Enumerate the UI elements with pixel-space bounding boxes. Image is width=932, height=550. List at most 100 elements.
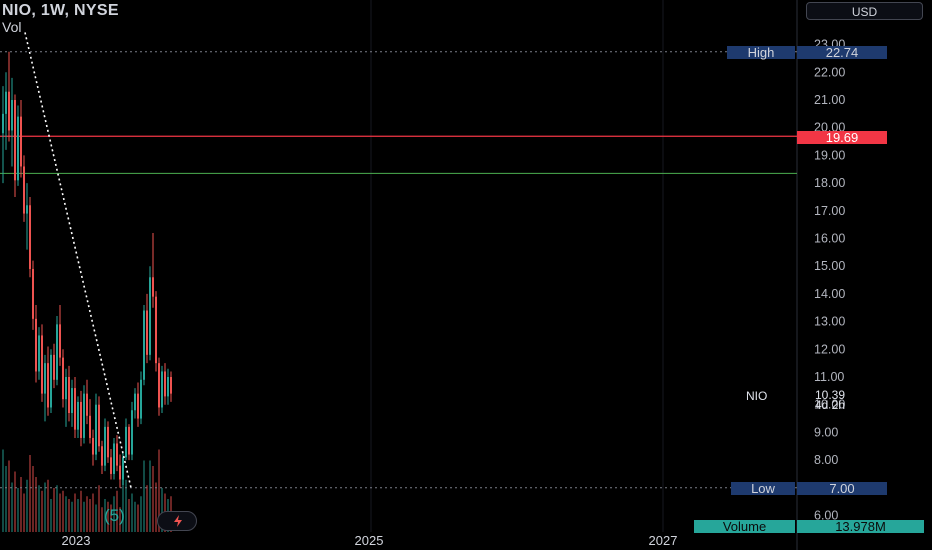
candle: [101, 440, 103, 474]
candle-body: [65, 377, 67, 400]
volume-bar: [11, 482, 13, 532]
candle: [116, 435, 118, 472]
candle-body: [101, 446, 103, 466]
volume-tag-label: Volume: [694, 520, 795, 533]
candle: [20, 100, 22, 178]
y-tick-label: 16.00: [814, 232, 845, 246]
volume-bar: [65, 496, 67, 532]
horizontal-lines: [0, 51, 797, 489]
candle-body: [164, 371, 166, 397]
candle: [104, 418, 106, 472]
volume-bar: [47, 479, 49, 532]
candle-body: [17, 116, 19, 181]
volume-bar: [80, 490, 82, 532]
candle: [143, 304, 145, 386]
resistance-price-tag: 19.69: [797, 131, 887, 144]
candle: [128, 424, 130, 461]
candle: [50, 349, 52, 414]
candle-body: [86, 393, 88, 416]
volume-bar: [17, 488, 19, 532]
candle: [2, 86, 4, 184]
ticker-symbol: NIO: [746, 389, 768, 403]
volume-bar: [89, 499, 91, 532]
candle: [44, 354, 46, 422]
candle: [56, 316, 58, 386]
volume-bar: [29, 455, 31, 532]
y-tick-label: 12.00: [814, 342, 845, 356]
candle: [134, 388, 136, 419]
candle: [62, 349, 64, 408]
candle: [80, 390, 82, 447]
candle: [5, 72, 7, 150]
volume-bar: [23, 493, 25, 532]
bar-countdown: 4d 2h: [815, 398, 846, 412]
volume-bar: [152, 466, 154, 532]
candle-body: [155, 296, 157, 364]
candle: [41, 324, 43, 402]
candle-body: [104, 426, 106, 466]
candle-body: [119, 465, 121, 480]
volume-bar: [35, 477, 37, 532]
candle-body: [167, 377, 169, 397]
candle: [167, 368, 169, 405]
volume-bar: [20, 477, 22, 532]
candle: [23, 155, 25, 222]
candle-body: [2, 113, 4, 134]
candle-body: [38, 335, 40, 372]
candle-body: [11, 100, 13, 131]
candle: [125, 418, 127, 461]
time-axis[interactable]: 2023 2025 2027: [62, 533, 678, 548]
candlestick-series: [2, 51, 172, 488]
candle: [110, 449, 112, 480]
candle-body: [137, 393, 139, 419]
candle-body: [83, 393, 85, 438]
price-axis[interactable]: 6.007.008.009.0010.0011.0012.0013.0014.0…: [814, 38, 845, 523]
volume-indicator-label[interactable]: Vol: [2, 19, 21, 35]
candle: [47, 346, 49, 416]
volume-bar: [71, 501, 73, 532]
low-marker-label: Low: [731, 482, 795, 495]
candle-body: [95, 404, 97, 455]
volume-bar: [83, 501, 85, 532]
candle: [83, 385, 85, 444]
volume-bar: [98, 485, 100, 532]
candle: [119, 454, 121, 488]
volume-histogram: [2, 449, 172, 532]
candle-body: [53, 354, 55, 380]
candle: [26, 183, 28, 250]
candle: [131, 401, 133, 461]
candle-body: [113, 443, 115, 474]
candle: [11, 77, 13, 167]
candle: [89, 399, 91, 444]
volume-bar: [41, 490, 43, 532]
lightning-bolt-button[interactable]: [157, 511, 197, 531]
currency-button[interactable]: USD: [806, 2, 923, 20]
candle: [65, 368, 67, 427]
events-badge[interactable]: (5): [104, 506, 125, 526]
candle-body: [56, 324, 58, 380]
volume-bar: [74, 493, 76, 532]
y-tick-label: 8.00: [814, 453, 838, 467]
y-tick-label: 9.00: [814, 425, 838, 439]
volume-bar: [44, 482, 46, 532]
candle: [158, 357, 160, 416]
y-tick-label: 11.00: [814, 370, 844, 384]
candle: [29, 196, 31, 278]
candle-body: [158, 363, 160, 408]
candle-body: [143, 310, 145, 380]
volume-bar: [8, 460, 10, 532]
candle-body: [20, 116, 22, 167]
candle-body: [50, 354, 52, 408]
volume-bar: [62, 490, 64, 532]
price-chart[interactable]: 6.007.008.009.0010.0011.0012.0013.0014.0…: [0, 0, 932, 550]
candle-body: [146, 310, 148, 355]
candle: [17, 105, 19, 186]
volume-bar: [50, 499, 52, 532]
y-tick-label: 13.00: [814, 315, 845, 329]
candle-body: [140, 379, 142, 419]
candle-body: [29, 205, 31, 269]
volume-bar: [14, 471, 16, 532]
x-tick-label: 2023: [62, 533, 91, 548]
candle-body: [62, 357, 64, 400]
y-tick-label: 22.00: [814, 65, 845, 79]
